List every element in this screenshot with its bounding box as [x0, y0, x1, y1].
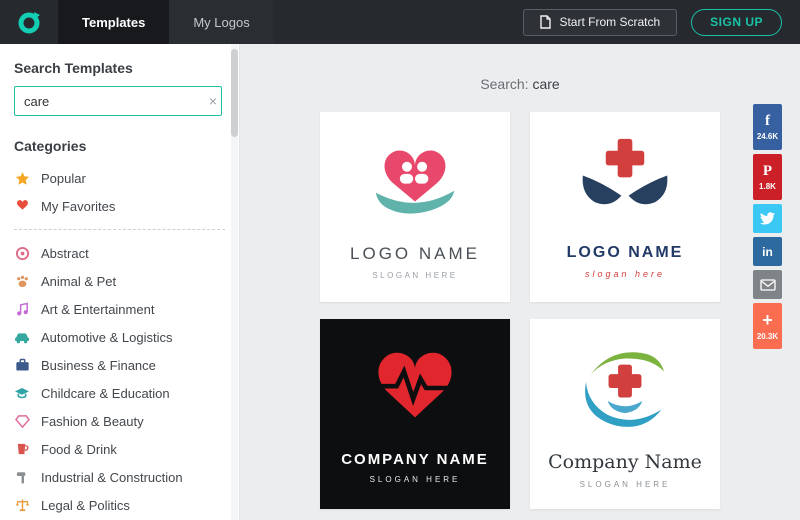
sidebar-item-childcare-education[interactable]: Childcare & Education: [14, 379, 225, 407]
car-icon: [14, 329, 30, 345]
search-input[interactable]: [14, 86, 222, 116]
sign-up-button[interactable]: SIGN UP: [691, 9, 782, 36]
search-result-label: Search: care: [240, 76, 800, 92]
scales-icon: [14, 497, 30, 513]
sidebar-item-label: Automotive & Logistics: [41, 330, 173, 345]
heart-icon: [14, 198, 30, 214]
sidebar-item-legal-politics[interactable]: Legal & Politics: [14, 491, 225, 519]
top-bar: Templates My Logos Start From Scratch SI…: [0, 0, 800, 44]
star-badge-icon: [14, 170, 30, 186]
more-share-button[interactable]: + 20.3K: [753, 303, 782, 349]
clear-search-icon[interactable]: ×: [209, 92, 217, 110]
tab-my-logos[interactable]: My Logos: [169, 0, 273, 44]
sidebar-item-label: Childcare & Education: [41, 386, 170, 401]
logo-hands-medical-cross-icon: [570, 128, 680, 234]
pinterest-icon: P: [763, 164, 772, 179]
template-slogan: slogan here: [585, 269, 665, 279]
start-from-scratch-button[interactable]: Start From Scratch: [523, 9, 677, 36]
sidebar-item-popular[interactable]: Popular: [14, 164, 225, 192]
brand-glyph: [16, 9, 42, 35]
sidebar-divider: [14, 229, 225, 230]
sidebar-scrollbar-thumb[interactable]: [231, 49, 238, 137]
sidebar-item-label: My Favorites: [41, 199, 115, 214]
facebook-share-count: 24.6K: [757, 132, 778, 141]
search-box: ×: [14, 86, 225, 116]
graduation-cap-icon: [14, 385, 30, 401]
sidebar-item-art-entertainment[interactable]: Art & Entertainment: [14, 295, 225, 323]
sidebar-item-abstract[interactable]: Abstract: [14, 239, 225, 267]
results-area: Search: care: [240, 44, 800, 520]
sidebar-item-label: Animal & Pet: [41, 274, 116, 289]
template-name: Company Name: [548, 451, 702, 473]
template-slogan: SLOGAN HERE: [580, 480, 671, 489]
categories-heading: Categories: [14, 138, 225, 154]
template-slogan: SLOGAN HERE: [370, 475, 461, 484]
facebook-icon: f: [765, 114, 770, 129]
tab-templates[interactable]: Templates: [58, 0, 169, 44]
template-name: LOGO NAME: [350, 244, 480, 264]
template-card-heart-family-hand[interactable]: LOGO NAME SLOGAN HERE: [320, 112, 510, 302]
sidebar-item-animal-pet[interactable]: Animal & Pet: [14, 267, 225, 295]
search-templates-heading: Search Templates: [14, 60, 225, 76]
sidebar: Search Templates × Categories Popular: [0, 44, 240, 520]
start-from-scratch-label: Start From Scratch: [559, 15, 660, 29]
sidebar-item-label: Legal & Politics: [41, 498, 130, 513]
total-share-count: 20.3K: [757, 332, 778, 341]
envelope-icon: [760, 279, 776, 291]
template-card-heartbeat-heart[interactable]: COMPANY NAME SLOGAN HERE: [320, 319, 510, 509]
template-grid: LOGO NAME SLOGAN HERE LOGO NAME sl: [240, 112, 800, 509]
hammer-icon: [14, 469, 30, 485]
document-icon: [540, 15, 551, 29]
twitter-share-button[interactable]: [753, 204, 782, 233]
logo-heart-family-hand-icon: [360, 128, 470, 234]
template-name: LOGO NAME: [567, 244, 684, 262]
logo-circle-swoosh-cross-hand-icon: [573, 335, 677, 441]
tab-my-logos-label: My Logos: [193, 15, 249, 30]
sidebar-item-label: Food & Drink: [41, 442, 117, 457]
music-note-icon: [14, 301, 30, 317]
sidebar-item-label: Popular: [41, 171, 86, 186]
drink-icon: [14, 441, 30, 457]
sidebar-item-label: Abstract: [41, 246, 89, 261]
sidebar-item-business-finance[interactable]: Business & Finance: [14, 351, 225, 379]
diamond-icon: [14, 413, 30, 429]
sidebar-item-my-favorites[interactable]: My Favorites: [14, 192, 225, 220]
search-term: care: [532, 76, 559, 92]
pinterest-share-count: 1.8K: [759, 182, 776, 191]
abstract-icon: [14, 245, 30, 261]
template-card-circle-swoosh-cross-hand[interactable]: Company Name SLOGAN HERE: [530, 319, 720, 509]
tab-templates-label: Templates: [82, 15, 145, 30]
sidebar-item-food-drink[interactable]: Food & Drink: [14, 435, 225, 463]
brand-logo-icon[interactable]: [0, 0, 58, 44]
email-share-button[interactable]: [753, 270, 782, 299]
briefcase-icon: [14, 357, 30, 373]
sidebar-item-label: Fashion & Beauty: [41, 414, 144, 429]
app: Templates My Logos Start From Scratch SI…: [0, 0, 800, 520]
sidebar-item-fashion-beauty[interactable]: Fashion & Beauty: [14, 407, 225, 435]
linkedin-share-button[interactable]: in: [753, 237, 782, 266]
sidebar-item-industrial-construction[interactable]: Industrial & Construction: [14, 463, 225, 491]
template-card-hands-medical-cross[interactable]: LOGO NAME slogan here: [530, 112, 720, 302]
logo-heartbeat-heart-icon: [360, 335, 470, 441]
plus-share-icon: +: [762, 311, 773, 329]
social-share-bar: f 24.6K P 1.8K in + 20.3K: [753, 104, 782, 349]
page-body: Search Templates × Categories Popular: [0, 44, 800, 520]
sidebar-item-automotive-logistics[interactable]: Automotive & Logistics: [14, 323, 225, 351]
sidebar-item-label: Business & Finance: [41, 358, 156, 373]
category-quick-list: Popular My Favorites: [14, 164, 225, 220]
sidebar-item-label: Art & Entertainment: [41, 302, 154, 317]
twitter-bird-icon: [760, 212, 775, 225]
category-list: Abstract Animal & Pet Art & Entertainmen…: [14, 239, 225, 519]
sidebar-item-label: Industrial & Construction: [41, 470, 183, 485]
template-name: COMPANY NAME: [341, 451, 489, 468]
paw-icon: [14, 273, 30, 289]
template-slogan: SLOGAN HERE: [372, 271, 457, 280]
linkedin-icon: in: [762, 246, 773, 258]
search-label: Search:: [480, 76, 528, 92]
facebook-share-button[interactable]: f 24.6K: [753, 104, 782, 150]
pinterest-share-button[interactable]: P 1.8K: [753, 154, 782, 200]
